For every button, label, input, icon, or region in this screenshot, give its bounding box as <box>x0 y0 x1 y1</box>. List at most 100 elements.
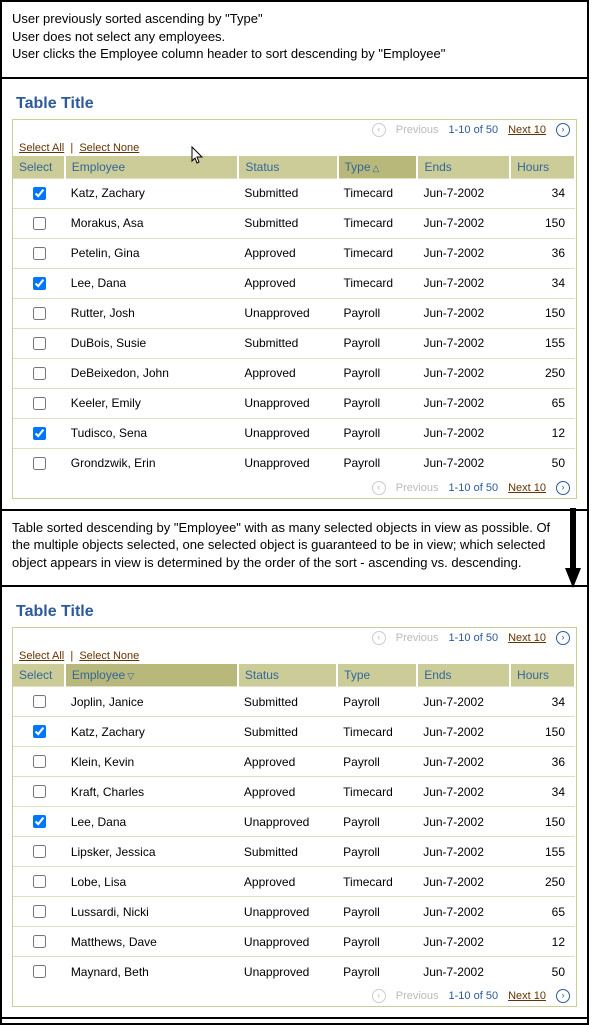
table-row: Keeler, Emily Unapproved Payroll Jun-7-2… <box>13 388 575 418</box>
range-text: 1-10 of 50 <box>449 632 499 644</box>
row-checkbox[interactable] <box>33 337 46 350</box>
cell-employee: Petelin, Gina <box>65 238 239 268</box>
cell-ends: Jun-7-2002 <box>417 418 510 448</box>
cell-employee: Joplin, Janice <box>65 687 238 717</box>
cell-status: Unapproved <box>238 957 337 987</box>
row-checkbox[interactable] <box>33 785 46 798</box>
cell-hours: 12 <box>510 418 575 448</box>
col-status-header[interactable]: Status <box>238 156 337 179</box>
row-checkbox[interactable] <box>33 277 46 290</box>
pager-bottom: ‹ Previous 1-10 of 50 Next 10 › <box>13 478 576 498</box>
row-checkbox[interactable] <box>33 875 46 888</box>
cell-employee: DeBeixedon, John <box>65 358 239 388</box>
col-employee-header[interactable]: Employee▽ <box>65 664 238 687</box>
cell-type: Payroll <box>338 358 418 388</box>
cell-employee: DuBois, Susie <box>65 328 239 358</box>
next-icon[interactable]: › <box>556 481 570 495</box>
row-checkbox[interactable] <box>33 755 46 768</box>
row-checkbox[interactable] <box>33 845 46 858</box>
table-row: Katz, Zachary Submitted Timecard Jun-7-2… <box>13 178 575 208</box>
select-none-link[interactable]: Select None <box>79 142 139 154</box>
cell-hours: 34 <box>510 178 575 208</box>
row-checkbox[interactable] <box>33 815 46 828</box>
cell-hours: 155 <box>510 837 575 867</box>
cell-ends: Jun-7-2002 <box>417 178 510 208</box>
row-checkbox[interactable] <box>33 217 46 230</box>
prev-icon: ‹ <box>372 123 386 137</box>
cell-employee: Maynard, Beth <box>65 957 238 987</box>
description-mid: Table sorted descending by "Employee" wi… <box>12 519 553 572</box>
cell-type: Payroll <box>337 807 417 837</box>
next-icon[interactable]: › <box>556 631 570 645</box>
row-checkbox[interactable] <box>33 935 46 948</box>
next-link[interactable]: Next 10 <box>508 124 546 136</box>
arrow-down-icon <box>565 508 581 588</box>
row-checkbox[interactable] <box>33 905 46 918</box>
cell-status: Approved <box>238 238 337 268</box>
select-links: Select All | Select None <box>13 140 576 156</box>
col-type-header[interactable]: Type <box>337 664 417 687</box>
col-type-header[interactable]: Type△ <box>338 156 418 179</box>
table-row: Klein, Kevin Approved Payroll Jun-7-2002… <box>13 747 575 777</box>
table-row: Kraft, Charles Approved Timecard Jun-7-2… <box>13 777 575 807</box>
previous-link: Previous <box>396 632 439 644</box>
row-checkbox[interactable] <box>33 367 46 380</box>
cell-type: Payroll <box>338 448 418 478</box>
table-row: DuBois, Susie Submitted Payroll Jun-7-20… <box>13 328 575 358</box>
next-link[interactable]: Next 10 <box>508 632 546 644</box>
range-text: 1-10 of 50 <box>449 482 499 494</box>
row-checkbox[interactable] <box>33 187 46 200</box>
col-employee-header[interactable]: Employee <box>65 156 239 179</box>
cell-employee: Katz, Zachary <box>65 178 239 208</box>
select-all-link[interactable]: Select All <box>19 142 64 154</box>
select-all-link[interactable]: Select All <box>19 650 64 662</box>
next-link[interactable]: Next 10 <box>508 482 546 494</box>
cell-hours: 250 <box>510 358 575 388</box>
pager-top: ‹ Previous 1-10 of 50 Next 10 › <box>13 120 576 140</box>
row-checkbox[interactable] <box>33 427 46 440</box>
cell-ends: Jun-7-2002 <box>417 837 510 867</box>
col-ends-header[interactable]: Ends <box>417 664 510 687</box>
row-checkbox[interactable] <box>33 397 46 410</box>
cell-ends: Jun-7-2002 <box>417 208 510 238</box>
cell-employee: Tudisco, Sena <box>65 418 239 448</box>
row-checkbox[interactable] <box>33 725 46 738</box>
cell-type: Payroll <box>337 837 417 867</box>
cell-ends: Jun-7-2002 <box>417 388 510 418</box>
col-hours-header[interactable]: Hours <box>510 156 575 179</box>
cell-status: Unapproved <box>238 448 337 478</box>
row-checkbox[interactable] <box>33 695 46 708</box>
next-icon[interactable]: › <box>556 989 570 1003</box>
prev-icon: ‹ <box>372 989 386 1003</box>
row-checkbox[interactable] <box>33 247 46 260</box>
next-link[interactable]: Next 10 <box>508 990 546 1002</box>
row-checkbox[interactable] <box>33 965 46 978</box>
cell-status: Submitted <box>238 837 337 867</box>
row-checkbox[interactable] <box>33 307 46 320</box>
cell-type: Timecard <box>338 238 418 268</box>
table-row: Morakus, Asa Submitted Timecard Jun-7-20… <box>13 208 575 238</box>
col-ends-header[interactable]: Ends <box>417 156 510 179</box>
cell-employee: Katz, Zachary <box>65 717 238 747</box>
previous-link: Previous <box>396 482 439 494</box>
table-row: Lussardi, Nicki Unapproved Payroll Jun-7… <box>13 897 575 927</box>
col-select-header[interactable]: Select <box>13 156 65 179</box>
cell-ends: Jun-7-2002 <box>417 867 510 897</box>
row-checkbox[interactable] <box>33 457 46 470</box>
cell-employee: Morakus, Asa <box>65 208 239 238</box>
next-icon[interactable]: › <box>556 123 570 137</box>
cell-ends: Jun-7-2002 <box>417 358 510 388</box>
cell-type: Timecard <box>337 777 417 807</box>
cell-employee: Lussardi, Nicki <box>65 897 238 927</box>
col-hours-header[interactable]: Hours <box>510 664 575 687</box>
col-status-header[interactable]: Status <box>238 664 337 687</box>
sort-indicator-icon: △ <box>373 163 380 173</box>
cell-employee: Lee, Dana <box>65 807 238 837</box>
cell-ends: Jun-7-2002 <box>417 448 510 478</box>
cell-type: Payroll <box>338 328 418 358</box>
table-row: Maynard, Beth Unapproved Payroll Jun-7-2… <box>13 957 575 987</box>
cell-ends: Jun-7-2002 <box>417 238 510 268</box>
col-select-header[interactable]: Select <box>13 664 65 687</box>
cell-ends: Jun-7-2002 <box>417 927 510 957</box>
select-none-link[interactable]: Select None <box>79 650 139 662</box>
